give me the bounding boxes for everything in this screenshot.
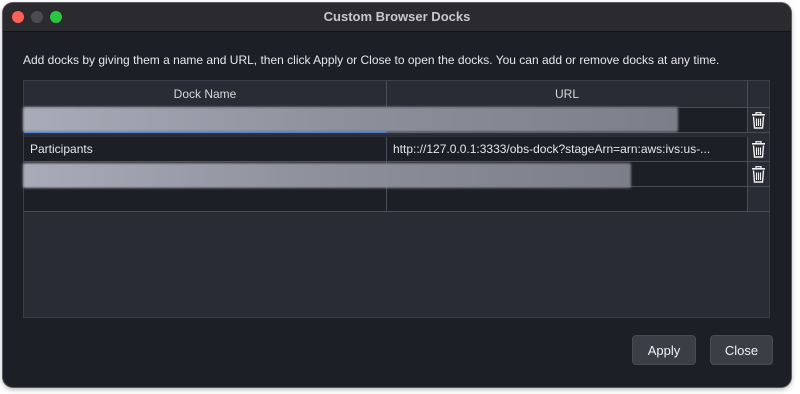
close-button[interactable]: Close (710, 335, 773, 365)
delete-cell (748, 108, 769, 133)
dock-url-cell[interactable]: http:://127.0.0.1:3333/obs-dock?stageArn… (387, 137, 748, 162)
column-header-dock-name[interactable]: Dock Name (24, 81, 387, 107)
redacted-row-overlay (23, 163, 631, 188)
custom-browser-docks-dialog: Custom Browser Docks Add docks by giving… (3, 3, 791, 387)
delete-cell (748, 162, 769, 187)
delete-cell (748, 187, 769, 212)
trash-icon[interactable] (751, 112, 766, 129)
dock-name-cell[interactable] (24, 187, 387, 212)
trash-icon[interactable] (751, 166, 766, 183)
column-header-url[interactable]: URL (387, 81, 748, 107)
title-bar: Custom Browser Docks (3, 3, 791, 32)
dock-name-cell[interactable]: Participants (24, 137, 387, 162)
apply-button[interactable]: Apply (632, 335, 696, 365)
table-header: Dock Name URL (24, 81, 769, 108)
table-row[interactable] (24, 187, 769, 212)
redacted-row-overlay (23, 107, 678, 132)
window-title: Custom Browser Docks (323, 9, 471, 24)
dock-url-cell[interactable] (387, 187, 748, 212)
column-header-delete (748, 81, 769, 107)
trash-icon[interactable] (751, 141, 766, 158)
instructions-text: Add docks by giving them a name and URL,… (23, 53, 720, 67)
delete-cell (748, 137, 769, 162)
table-row[interactable]: Participants http:://127.0.0.1:3333/obs-… (24, 137, 769, 162)
